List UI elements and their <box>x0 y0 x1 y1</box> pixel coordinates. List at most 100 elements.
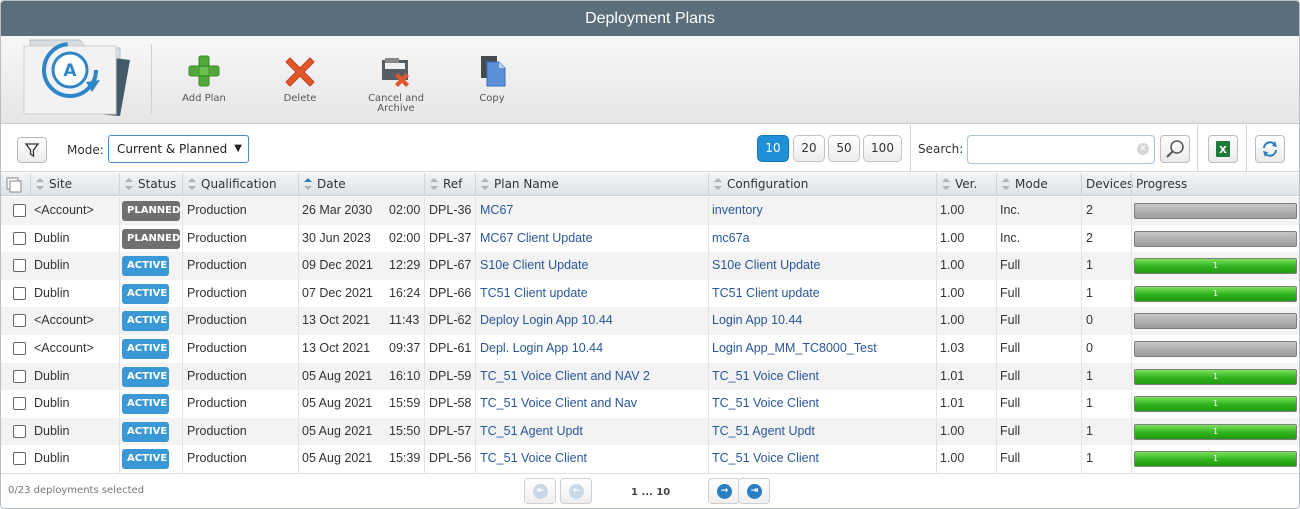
filter-button[interactable] <box>17 137 47 163</box>
search-button[interactable] <box>1160 135 1190 163</box>
excel-export-button[interactable]: X <box>1208 135 1238 163</box>
last-page-button[interactable]: ⇥ <box>738 478 770 504</box>
column-header-plan-name[interactable]: Plan Name <box>475 173 708 196</box>
table-row[interactable]: Dublin PLANNED Production 30 Jun 2023 02:00 D… <box>1 224 1299 253</box>
copy-button[interactable]: Copy <box>452 54 532 116</box>
progress-bar: 1 <box>1134 396 1297 413</box>
row-checkbox[interactable] <box>13 286 26 300</box>
column-header-site[interactable]: Site <box>30 173 119 196</box>
row-checkbox[interactable] <box>13 452 26 466</box>
page-size-100[interactable]: 100 <box>863 135 902 162</box>
configuration-link[interactable]: S10e Client Update <box>712 252 820 279</box>
table-row[interactable]: Dublin ACTIVE Production 05 Aug 2021 15:50 DP… <box>1 417 1299 446</box>
page-size-50[interactable]: 50 <box>828 135 860 162</box>
table-row[interactable]: Dublin ACTIVE Production 05 Aug 2021 15:39 DP… <box>1 445 1299 473</box>
table-row[interactable]: <Account> ACTIVE Production 13 Oct 2021 09:3… <box>1 335 1299 363</box>
page-size-10[interactable]: 10 <box>757 135 789 162</box>
configuration-link[interactable]: Login App 10.44 <box>712 307 802 334</box>
column-divider <box>1131 224 1132 253</box>
column-divider <box>298 197 299 225</box>
column-divider <box>119 252 120 280</box>
plan-name-link[interactable]: TC_51 Agent Updt <box>480 418 583 445</box>
row-checkbox[interactable] <box>13 397 26 411</box>
plan-name-link[interactable]: MC67 Client Update <box>480 225 593 252</box>
window-title: Deployment Plans <box>1 1 1299 36</box>
delete-button[interactable]: Delete <box>260 54 340 116</box>
cell-site: Dublin <box>34 396 70 411</box>
row-checkbox[interactable] <box>13 259 26 273</box>
cell-ref: DPL-57 <box>429 423 472 438</box>
add-plan-button[interactable]: Add Plan <box>164 54 244 116</box>
search-input[interactable] <box>967 135 1155 164</box>
plan-name-link[interactable]: Depl. Login App 10.44 <box>480 335 603 362</box>
column-header-date[interactable]: Date <box>298 173 424 196</box>
mode-select[interactable]: Current & Planned ▼ <box>108 135 249 163</box>
refresh-button[interactable] <box>1255 135 1285 163</box>
column-header-ver[interactable]: Ver. <box>936 173 996 196</box>
configuration-link[interactable]: TC_51 Voice Client <box>712 445 819 472</box>
next-page-button[interactable]: → <box>708 478 740 504</box>
row-checkbox[interactable] <box>13 424 26 438</box>
cell-qualification: Production <box>187 368 247 383</box>
configuration-link[interactable]: TC_51 Voice Client <box>712 363 819 390</box>
table-row[interactable]: <Account> PLANNED Production 26 Mar 2030 02:… <box>1 197 1299 225</box>
table-row[interactable]: <Account> ACTIVE Production 13 Oct 2021 11:4… <box>1 307 1299 335</box>
cancel-archive-button[interactable]: Cancel and Archive <box>356 54 436 116</box>
column-divider <box>1131 252 1132 280</box>
row-checkbox[interactable] <box>13 342 26 355</box>
row-checkbox[interactable] <box>13 314 26 328</box>
clear-search-icon[interactable]: ✕ <box>1137 143 1149 155</box>
table-row[interactable]: Dublin ACTIVE Production 05 Aug 2021 15:59 DP… <box>1 390 1299 418</box>
column-header-status[interactable]: Status <box>119 173 182 196</box>
column-header-configuration[interactable]: Configuration <box>708 173 936 196</box>
sort-ascending-icon <box>304 177 312 190</box>
configuration-link[interactable]: Login App_MM_TC8000_Test <box>712 335 877 362</box>
plan-name-link[interactable]: TC_51 Voice Client <box>480 445 587 472</box>
column-divider <box>424 335 425 363</box>
table-row[interactable]: Dublin ACTIVE Production 07 Dec 2021 16:24 DP… <box>1 279 1299 308</box>
cell-site: <Account> <box>34 341 94 355</box>
column-divider <box>182 197 183 225</box>
plan-name-link[interactable]: Deploy Login App 10.44 <box>480 307 613 334</box>
progress-bar-label: 1 <box>1212 426 1219 436</box>
configuration-link[interactable]: TC_51 Agent Updt <box>712 418 815 445</box>
copy-label: Copy <box>479 93 505 104</box>
prev-page-button[interactable]: ← <box>560 478 592 504</box>
plan-name-link[interactable]: TC51 Client update <box>480 280 588 307</box>
plan-name-link[interactable]: TC_51 Voice Client and Nav <box>480 390 637 417</box>
cell-date: 07 Dec 2021 <box>302 285 373 300</box>
first-page-button[interactable]: ⇤ <box>524 478 556 504</box>
row-checkbox[interactable] <box>13 369 26 383</box>
configuration-link[interactable]: mc67a <box>712 225 750 252</box>
column-divider <box>424 417 425 446</box>
column-header-qualification[interactable]: Qualification <box>182 173 298 196</box>
row-checkbox[interactable] <box>13 204 26 217</box>
column-divider <box>298 417 299 446</box>
column-header-mode[interactable]: Mode <box>996 173 1081 196</box>
cell-qualification: Production <box>187 423 247 438</box>
status-badge: ACTIVE <box>122 421 169 442</box>
configuration-link[interactable]: TC_51 Voice Client <box>712 390 819 417</box>
cell-mode: Full <box>1000 285 1021 300</box>
page-size-20[interactable]: 20 <box>793 135 825 162</box>
column-divider <box>936 362 937 391</box>
column-header-ref[interactable]: Ref <box>424 173 475 196</box>
progress-bar-label: 1 <box>1212 454 1219 464</box>
row-checkbox[interactable] <box>13 231 26 245</box>
plan-name-link[interactable]: MC67 <box>480 197 513 224</box>
column-divider <box>1131 335 1132 363</box>
progress-bar: 1 <box>1134 451 1297 468</box>
table-row[interactable]: Dublin ACTIVE Production 09 Dec 2021 12:29 DP… <box>1 252 1299 280</box>
plan-name-link[interactable]: S10e Client Update <box>480 252 588 279</box>
cell-ref: DPL-59 <box>429 368 472 383</box>
table-row[interactable]: Dublin ACTIVE Production 05 Aug 2021 16:10 DP… <box>1 362 1299 391</box>
status-badge: ACTIVE <box>122 339 169 359</box>
excel-export-icon: X <box>1216 141 1230 157</box>
header-mode-label: Mode <box>1015 177 1048 191</box>
select-all-checkbox[interactable] <box>1 173 30 196</box>
progress-bar <box>1134 341 1297 357</box>
configuration-link[interactable]: inventory <box>712 197 763 224</box>
configuration-link[interactable]: TC51 Client update <box>712 280 820 307</box>
column-divider <box>424 362 425 391</box>
plan-name-link[interactable]: TC_51 Voice Client and NAV 2 <box>480 363 650 390</box>
